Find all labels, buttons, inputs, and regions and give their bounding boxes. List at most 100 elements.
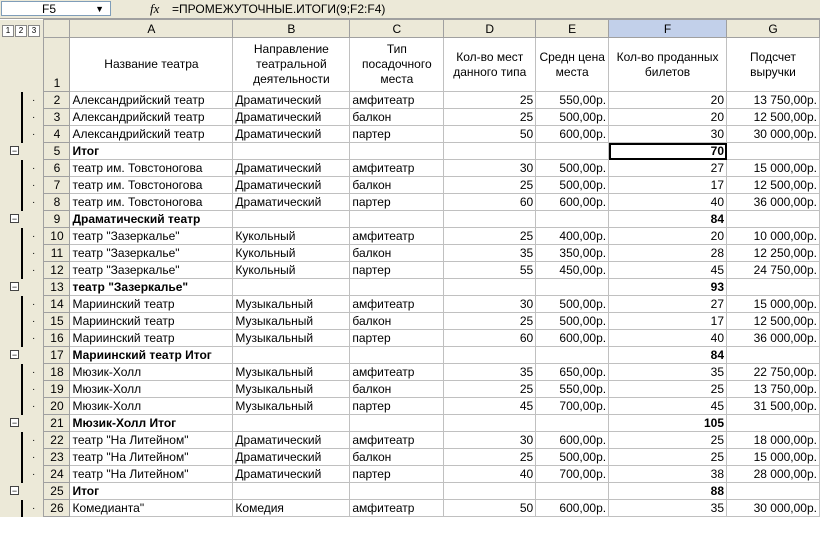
header-cell-g[interactable]: Подсчет выручки xyxy=(726,37,820,92)
row-header[interactable]: 12 xyxy=(43,261,71,279)
row-header[interactable]: 10 xyxy=(43,227,71,245)
row-header[interactable]: 4 xyxy=(43,125,71,143)
cell-g[interactable]: 12 250,00р. xyxy=(726,244,820,262)
cell-e[interactable]: 350,00р. xyxy=(535,244,610,262)
cell-f[interactable]: 27 xyxy=(608,159,727,177)
cell-b[interactable]: Музыкальный xyxy=(232,295,351,313)
row-header[interactable]: 16 xyxy=(43,329,71,347)
cell-a[interactable]: театр им. Товстоногова xyxy=(69,176,234,194)
cell-g[interactable] xyxy=(726,346,820,364)
column-header-f[interactable]: F xyxy=(608,19,727,38)
cell-f[interactable]: 27 xyxy=(608,295,727,313)
cell-c[interactable]: партер xyxy=(349,125,445,143)
cell-d[interactable]: 25 xyxy=(443,91,537,109)
row-header[interactable]: 23 xyxy=(43,448,71,466)
cell-c[interactable]: балкон xyxy=(349,176,445,194)
cell-d[interactable]: 50 xyxy=(443,125,537,143)
cell-g[interactable]: 28 000,00р. xyxy=(726,465,820,483)
cell-d[interactable]: 50 xyxy=(443,499,537,517)
row-header[interactable]: 2 xyxy=(43,91,71,109)
collapse-group-icon[interactable]: − xyxy=(10,281,19,291)
cell-d[interactable]: 55 xyxy=(443,261,537,279)
cell-e[interactable] xyxy=(535,346,610,364)
cell-c[interactable]: партер xyxy=(349,465,445,483)
cell-a[interactable]: театр "Зазеркалье" xyxy=(69,261,234,279)
header-cell-f[interactable]: Кол-во проданных билетов xyxy=(608,37,727,92)
cell-d[interactable]: 35 xyxy=(443,363,537,381)
header-cell-e[interactable]: Средн цена места xyxy=(535,37,610,92)
column-header-e[interactable]: E xyxy=(535,19,610,38)
cell-b[interactable]: Комедия xyxy=(232,499,351,517)
cell-a[interactable]: театр им. Товстоногова xyxy=(69,193,234,211)
cell-d[interactable]: 60 xyxy=(443,193,537,211)
cell-e[interactable]: 550,00р. xyxy=(535,380,610,398)
cell-d[interactable] xyxy=(443,346,537,364)
row-header[interactable]: 9 xyxy=(43,210,71,228)
cell-f[interactable]: 25 xyxy=(608,431,727,449)
cell-b[interactable]: Музыкальный xyxy=(232,380,351,398)
header-cell-d[interactable]: Кол-во мест данного типа xyxy=(443,37,537,92)
cell-f[interactable]: 20 xyxy=(608,108,727,126)
name-box[interactable]: F5 ▼ xyxy=(1,1,111,16)
formula-input[interactable]: =ПРОМЕЖУТОЧНЫЕ.ИТОГИ(9;F2:F4) xyxy=(172,0,385,18)
row-header[interactable]: 20 xyxy=(43,397,71,415)
cell-b[interactable]: Музыкальный xyxy=(232,363,351,381)
cell-b[interactable]: Кукольный xyxy=(232,227,351,245)
cell-g[interactable]: 30 000,00р. xyxy=(726,499,820,517)
cell-c[interactable]: амфитеатр xyxy=(349,363,445,381)
cell-d[interactable] xyxy=(443,482,537,500)
cell-b[interactable]: Драматический xyxy=(232,465,351,483)
cell-c[interactable]: партер xyxy=(349,329,445,347)
column-header-b[interactable]: B xyxy=(232,19,351,38)
cell-e[interactable] xyxy=(535,210,610,228)
cell-f[interactable]: 35 xyxy=(608,363,727,381)
cell-d[interactable]: 25 xyxy=(443,227,537,245)
cell-g[interactable]: 15 000,00р. xyxy=(726,159,820,177)
row-header[interactable]: 14 xyxy=(43,295,71,313)
cell-g[interactable] xyxy=(726,278,820,296)
cell-d[interactable]: 25 xyxy=(443,312,537,330)
cell-a[interactable]: Мюзик-Холл Итог xyxy=(69,414,234,432)
cell-e[interactable]: 400,00р. xyxy=(535,227,610,245)
cell-d[interactable]: 25 xyxy=(443,448,537,466)
cell-d[interactable]: 30 xyxy=(443,431,537,449)
cell-b[interactable]: Драматический xyxy=(232,125,351,143)
cell-g[interactable]: 12 500,00р. xyxy=(726,312,820,330)
cell-f[interactable]: 93 xyxy=(608,278,727,296)
cell-d[interactable]: 45 xyxy=(443,397,537,415)
cell-b[interactable] xyxy=(232,346,351,364)
collapse-group-icon[interactable]: − xyxy=(10,145,19,155)
cell-e[interactable]: 500,00р. xyxy=(535,312,610,330)
cell-c[interactable]: балкон xyxy=(349,380,445,398)
cell-c[interactable]: балкон xyxy=(349,448,445,466)
cell-d[interactable]: 60 xyxy=(443,329,537,347)
cell-e[interactable]: 500,00р. xyxy=(535,448,610,466)
cell-f[interactable]: 17 xyxy=(608,176,727,194)
cell-a[interactable]: Итог xyxy=(69,142,234,160)
cell-f[interactable]: 17 xyxy=(608,312,727,330)
row-header[interactable]: 18 xyxy=(43,363,71,381)
cell-d[interactable]: 40 xyxy=(443,465,537,483)
cell-b[interactable]: Музыкальный xyxy=(232,329,351,347)
cell-e[interactable]: 500,00р. xyxy=(535,159,610,177)
cell-f[interactable]: 28 xyxy=(608,244,727,262)
row-header[interactable]: 7 xyxy=(43,176,71,194)
cell-d[interactable] xyxy=(443,414,537,432)
cell-e[interactable]: 500,00р. xyxy=(535,108,610,126)
cell-d[interactable]: 30 xyxy=(443,159,537,177)
column-header-c[interactable]: C xyxy=(349,19,445,38)
cell-a[interactable]: Мюзик-Холл xyxy=(69,363,234,381)
cell-a[interactable]: Мюзик-Холл xyxy=(69,397,234,415)
row-header[interactable]: 11 xyxy=(43,244,71,262)
column-header-g[interactable]: G xyxy=(726,19,820,38)
cell-g[interactable]: 12 500,00р. xyxy=(726,108,820,126)
cell-a[interactable]: Мариинский театр xyxy=(69,295,234,313)
cell-b[interactable] xyxy=(232,210,351,228)
cell-b[interactable]: Музыкальный xyxy=(232,312,351,330)
collapse-group-icon[interactable]: − xyxy=(10,213,19,223)
collapse-group-icon[interactable]: − xyxy=(10,485,19,495)
cell-f[interactable]: 40 xyxy=(608,193,727,211)
cell-d[interactable]: 25 xyxy=(443,108,537,126)
cell-e[interactable]: 450,00р. xyxy=(535,261,610,279)
row-header[interactable]: 26 xyxy=(43,499,71,517)
